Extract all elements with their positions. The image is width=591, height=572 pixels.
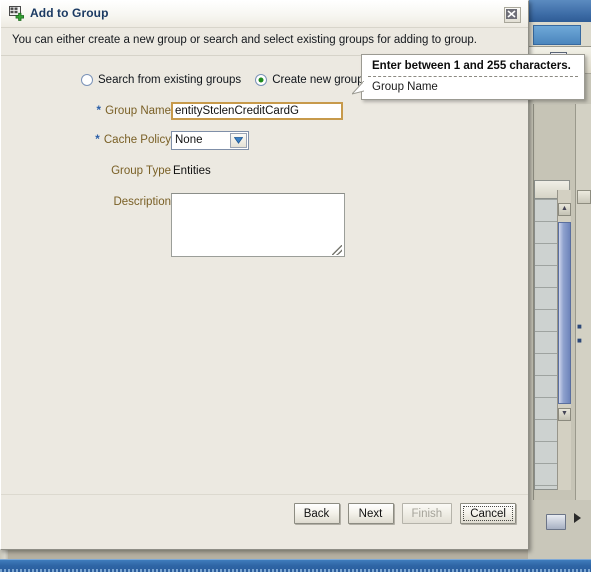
background-window-titlebar xyxy=(528,0,591,22)
screen: ▲ ▼ ■ ■ Add to Group You can either crea… xyxy=(0,0,591,572)
cancel-button[interactable]: Cancel xyxy=(460,503,516,524)
required-marker: * xyxy=(95,134,100,146)
tooltip-tail xyxy=(350,79,365,95)
add-to-group-icon xyxy=(9,6,25,22)
close-icon[interactable] xyxy=(504,7,521,23)
group-form: * Group Name * Cache Policy None xyxy=(1,102,528,263)
radio-indicator xyxy=(81,74,93,86)
next-button[interactable]: Next xyxy=(347,503,394,524)
background-side-column xyxy=(575,104,591,510)
tooltip-title: Enter between 1 and 255 characters. xyxy=(372,60,571,72)
dialog-footer: Back Next Finish Cancel xyxy=(1,494,528,549)
background-side-button[interactable] xyxy=(577,190,591,204)
cache-policy-value: None xyxy=(175,134,203,146)
scroll-down-arrow-icon[interactable]: ▼ xyxy=(558,408,571,421)
scroll-up-arrow-icon[interactable]: ▲ xyxy=(558,203,571,216)
label-text: Group Name xyxy=(105,105,171,117)
finish-button: Finish xyxy=(401,503,453,524)
tooltip-body: Group Name xyxy=(372,81,438,93)
required-marker: * xyxy=(96,105,101,117)
group-type-value: Entities xyxy=(173,165,211,177)
description-textarea-wrapper xyxy=(171,193,345,257)
cache-policy-label: * Cache Policy xyxy=(95,134,171,146)
cache-policy-select[interactable]: None xyxy=(171,131,249,150)
dialog-titlebar: Add to Group xyxy=(1,1,528,28)
background-active-tab[interactable] xyxy=(533,25,581,45)
validation-tooltip: Enter between 1 and 255 characters. Grou… xyxy=(350,54,585,100)
description-textarea[interactable] xyxy=(172,194,344,256)
dialog-title: Add to Group xyxy=(30,6,109,20)
field-row-cache-policy: * Cache Policy None xyxy=(1,131,528,158)
background-side-text: ■ ■ xyxy=(577,322,582,345)
field-row-group-type: Group Type Entities xyxy=(1,162,528,189)
description-label: Description xyxy=(113,196,171,208)
group-name-input[interactable] xyxy=(171,102,343,120)
field-row-description: Description xyxy=(1,193,528,263)
expand-right-arrow-icon[interactable] xyxy=(574,513,581,523)
background-status-icon[interactable] xyxy=(546,514,566,530)
group-name-label: * Group Name xyxy=(96,105,171,117)
dialog-subtitle: You can either create a new group or sea… xyxy=(12,34,477,46)
radio-create-new-group[interactable]: Create new group xyxy=(255,74,364,86)
group-mode-radio-group: Search from existing groups Create new g… xyxy=(81,74,364,86)
chevron-down-icon[interactable] xyxy=(230,133,247,148)
radio-label: Create new group xyxy=(272,74,364,86)
scrollbar-thumb[interactable] xyxy=(558,222,571,404)
field-row-group-name: * Group Name xyxy=(1,102,528,129)
label-text: Cache Policy xyxy=(103,134,171,146)
back-button[interactable]: Back xyxy=(293,503,340,524)
radio-search-existing-groups[interactable]: Search from existing groups xyxy=(81,74,241,86)
group-type-label: Group Type xyxy=(111,165,171,177)
dialog-button-bar: Back Next Finish Cancel xyxy=(293,503,516,524)
radio-label: Search from existing groups xyxy=(98,74,242,86)
dialog-body: Search from existing groups Create new g… xyxy=(1,56,528,496)
radio-indicator xyxy=(255,74,268,86)
